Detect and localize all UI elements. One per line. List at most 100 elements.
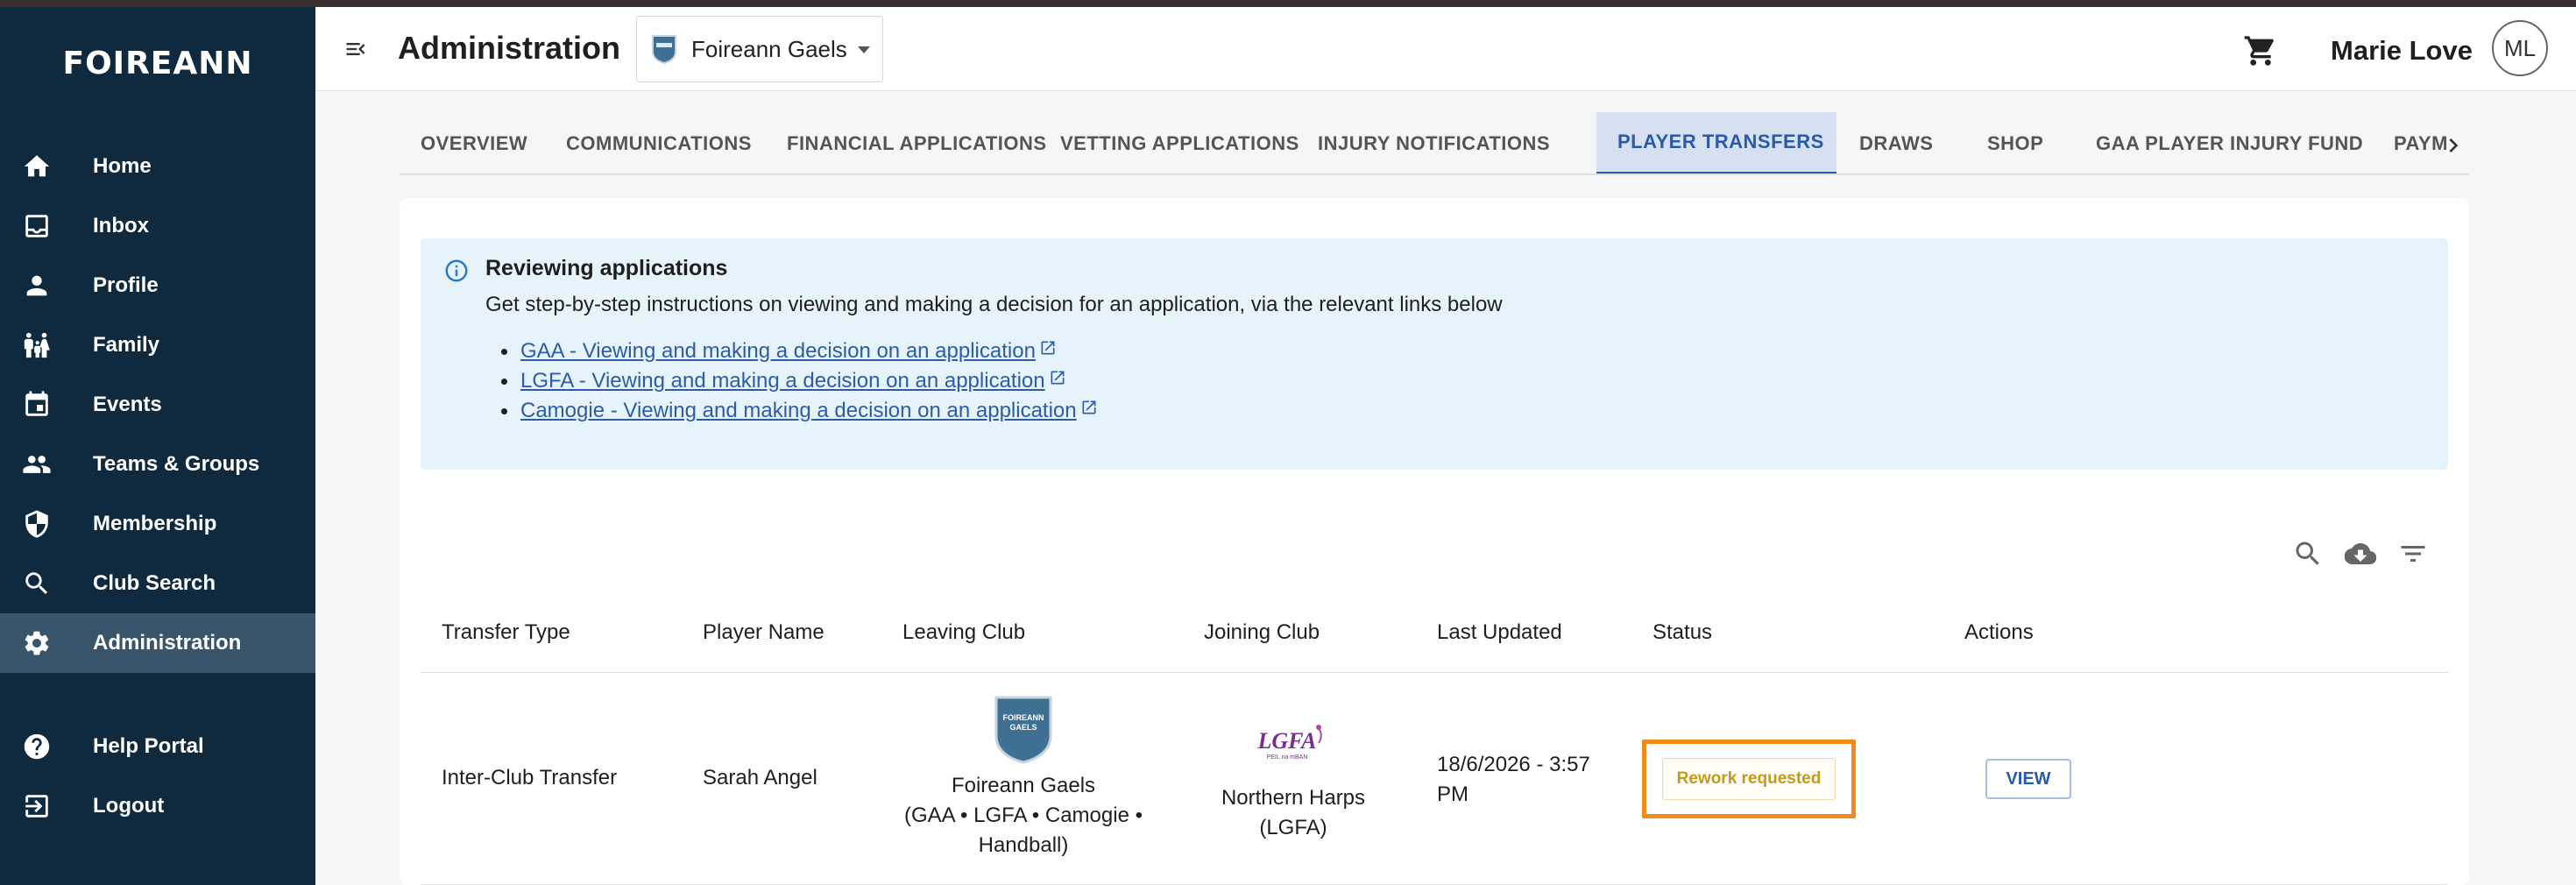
sidebar-item-help-portal[interactable]: Help Portal (0, 717, 315, 776)
club-select[interactable]: Foireann Gaels (636, 16, 883, 82)
table-row: Inter-Club Transfer Sarah Angel FOIREANN… (421, 673, 2448, 885)
chevron-down-icon (858, 46, 870, 53)
menu-collapse-icon[interactable] (342, 37, 370, 61)
sidebar-item-label: Club Search (93, 571, 216, 595)
top-accent-bar (0, 0, 2576, 7)
list-item: LGFA - Viewing and making a decision on … (501, 366, 1098, 396)
leaving-club-cell: FOIREANN GAELS Foireann Gaels (GAA • LGF… (887, 694, 1160, 860)
sidebar: FOIREANN Home Inbox Profile Family Event… (0, 7, 315, 885)
sidebar-item-label: Membership (93, 512, 217, 535)
tab-vetting-applications[interactable]: VETTING APPLICATIONS (1039, 112, 1320, 173)
list-item: Camogie - Viewing and making a decision … (501, 396, 1098, 426)
sidebar-item-label: Inbox (93, 214, 149, 237)
sidebar-item-membership[interactable]: Membership (0, 494, 315, 554)
brand-logo[interactable]: FOIREANN (0, 46, 315, 81)
tab-overview[interactable]: OVERVIEW (400, 112, 548, 173)
column-header[interactable]: Last Updated (1437, 620, 1562, 645)
tab-gaa-player-injury-fund[interactable]: GAA PLAYER INJURY FUND (2075, 112, 2384, 173)
sidebar-item-home[interactable]: Home (0, 137, 315, 196)
info-icon (445, 259, 468, 282)
info-alert: Reviewing applications Get step-by-step … (421, 238, 2448, 470)
column-header[interactable]: Joining Club (1204, 620, 1320, 645)
sidebar-item-label: Events (93, 393, 162, 416)
tab-injury-notifications[interactable]: INJURY NOTIFICATIONS (1297, 112, 1571, 173)
list-item: GAA - Viewing and making a decision on a… (501, 336, 1098, 366)
gear-icon (21, 627, 53, 659)
sidebar-item-label: Logout (93, 794, 165, 818)
status-badge: Rework requested (1661, 758, 1836, 800)
sidebar-item-label: Home (93, 154, 152, 178)
transfers-card: Reviewing applications Get step-by-step … (400, 198, 2469, 885)
svg-text:FOIREANN: FOIREANN (1003, 713, 1044, 722)
tab-communications[interactable]: COMMUNICATIONS (545, 112, 773, 173)
person-icon (21, 270, 53, 301)
svg-text:GAELS: GAELS (1009, 723, 1037, 732)
shield-icon (21, 508, 53, 540)
avatar[interactable]: ML (2492, 20, 2548, 76)
filter-icon[interactable] (2397, 538, 2429, 570)
admin-tabs: OVERVIEW COMMUNICATIONS FINANCIAL APPLIC… (400, 112, 2469, 175)
lgfa-guide-link[interactable]: LGFA - Viewing and making a decision on … (520, 369, 1045, 393)
external-link-icon (1041, 341, 1055, 355)
cart-icon[interactable] (2243, 33, 2278, 68)
column-header[interactable]: Status (1652, 620, 1712, 645)
sidebar-item-label: Family (93, 333, 160, 357)
leaving-club-name: Foireann Gaels (951, 774, 1096, 797)
sidebar-item-label: Profile (93, 273, 159, 297)
svg-text:LGFA: LGFA (1257, 728, 1317, 754)
last-updated-time: PM (1437, 782, 1468, 806)
sidebar-item-teams-groups[interactable]: Teams & Groups (0, 435, 315, 494)
sidebar-item-administration[interactable]: Administration (0, 613, 315, 673)
camogie-guide-link[interactable]: Camogie - Viewing and making a decision … (520, 399, 1077, 423)
help-icon (21, 731, 53, 762)
joining-club-name: Northern Harps (1221, 786, 1366, 810)
inbox-icon (21, 210, 53, 242)
joining-club-cell: LGFA PEIL na mBAN Northern Harps (LGFA) (1188, 722, 1398, 843)
gaa-guide-link[interactable]: GAA - Viewing and making a decision on a… (520, 339, 1036, 364)
column-header[interactable]: Player Name (703, 620, 824, 645)
tab-shop[interactable]: SHOP (1966, 112, 2064, 173)
family-icon (21, 329, 53, 361)
info-text: Get step-by-step instructions on viewing… (485, 293, 1503, 316)
lgfa-logo: LGFA PEIL na mBAN (1257, 725, 1322, 761)
home-icon (21, 151, 53, 182)
external-link-icon (1051, 371, 1065, 385)
sidebar-item-events[interactable]: Events (0, 375, 315, 435)
sidebar-item-label: Teams & Groups (93, 452, 260, 476)
svg-text:PEIL na mBAN: PEIL na mBAN (1267, 754, 1308, 761)
column-header[interactable]: Transfer Type (442, 620, 570, 645)
user-name[interactable]: Marie Love (2331, 35, 2473, 67)
tab-draws[interactable]: DRAWS (1838, 112, 1954, 173)
transfer-type: Inter-Club Transfer (442, 766, 618, 789)
logout-icon (21, 790, 53, 822)
sidebar-item-family[interactable]: Family (0, 315, 315, 375)
club-crest-icon: FOIREANN GAELS (994, 696, 1052, 764)
view-button[interactable]: VIEW (1985, 759, 2071, 799)
sidebar-item-label: Administration (93, 631, 242, 655)
cloud-download-icon[interactable] (2345, 538, 2376, 570)
last-updated-date: 18/6/2026 - 3:57 (1437, 753, 1590, 776)
joining-club-codes: (LGFA) (1259, 816, 1327, 839)
info-title: Reviewing applications (485, 256, 728, 280)
column-header[interactable]: Actions (1964, 620, 2034, 645)
last-updated: 18/6/2026 - 3:57 PM (1437, 750, 1590, 810)
column-header[interactable]: Leaving Club (902, 620, 1025, 645)
top-header: Administration Foireann Gaels Marie Love… (315, 7, 2576, 91)
sidebar-item-logout[interactable]: Logout (0, 776, 315, 836)
player-name: Sarah Angel (703, 766, 817, 789)
group-icon (21, 449, 53, 480)
sidebar-item-profile[interactable]: Profile (0, 256, 315, 315)
chevron-right-icon[interactable] (2439, 131, 2467, 159)
sidebar-item-inbox[interactable]: Inbox (0, 196, 315, 256)
status-highlight: Rework requested (1642, 740, 1856, 818)
sidebar-item-club-search[interactable]: Club Search (0, 554, 315, 613)
sidebar-nav: Home Inbox Profile Family Events Teams &… (0, 137, 315, 673)
search-icon[interactable] (2292, 538, 2324, 570)
club-select-value: Foireann Gaels (691, 35, 847, 62)
tab-financial-applications[interactable]: FINANCIAL APPLICATIONS (766, 112, 1068, 173)
calendar-icon (21, 389, 53, 421)
page-title: Administration (398, 30, 621, 66)
sidebar-bottom-nav: Help Portal Logout (0, 717, 315, 836)
tab-player-transfers[interactable]: PLAYER TRANSFERS (1596, 112, 1836, 173)
search-icon (21, 568, 53, 599)
